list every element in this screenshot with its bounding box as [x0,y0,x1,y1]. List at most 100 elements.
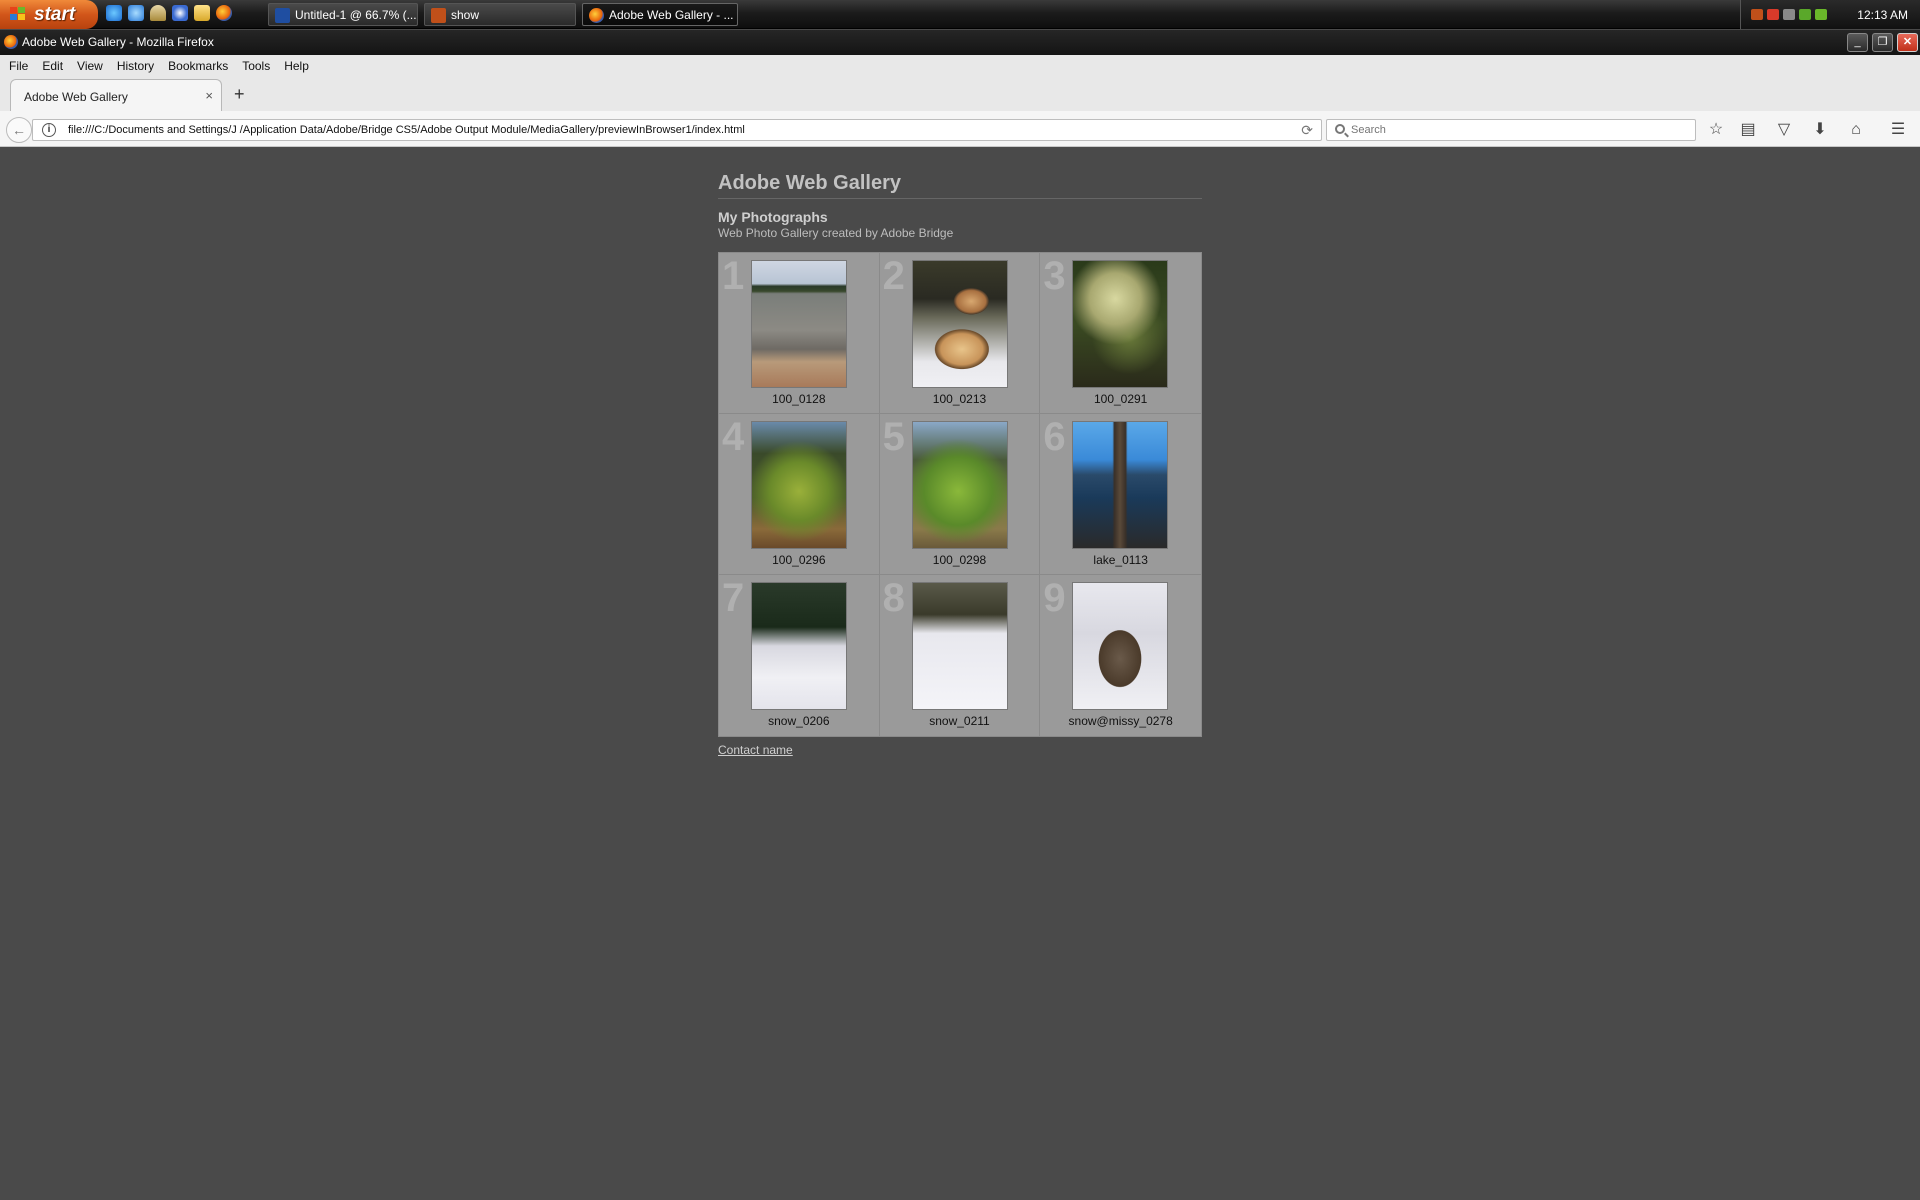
navigation-bar: ← i file:///C:/Documents and Settings/J … [0,111,1920,147]
thumbnail-cell[interactable]: 4 100_0296 [719,414,880,575]
thumbnail-number: 8 [882,576,905,620]
rhododendron-photo-thumbnail[interactable] [751,421,847,549]
thumbnail-cell[interactable]: 2 100_0213 [879,253,1041,414]
quick-launch [106,5,232,25]
restore-button[interactable]: ❐ [1872,33,1893,52]
dock-photo-thumbnail[interactable] [1072,421,1169,549]
reload-icon[interactable]: ⟳ [1301,122,1313,139]
menu-help[interactable]: Help [277,55,316,77]
thumbnail-caption: lake_0113 [1093,553,1148,567]
start-label: start [34,4,76,25]
site-info-icon[interactable]: i [42,123,56,137]
gallery-description: Web Photo Gallery created by Adobe Bridg… [718,226,954,240]
firefox-icon [589,8,604,23]
url-text: file:///C:/Documents and Settings/J /App… [68,124,745,136]
task-photoshop[interactable]: Untitled-1 @ 66.7% (... [268,3,418,26]
menu-tools[interactable]: Tools [235,55,277,77]
gallery-name: My Photographs [718,209,828,225]
thumbnail-caption: 100_0128 [772,392,826,406]
thumbnail-cell[interactable]: 5 100_0298 [879,414,1041,575]
minimize-button[interactable]: _ [1847,33,1868,52]
page-content: Adobe Web Gallery My Photographs Web Pho… [0,148,1920,1200]
internet-explorer-icon[interactable] [106,5,122,21]
thumbnail-caption: 100_0296 [772,553,826,567]
windows-flag-icon [10,7,26,22]
firefox-app-icon [4,35,18,49]
search-input[interactable] [1351,122,1681,138]
thumbnail-cell[interactable]: 8 snow_0211 [879,575,1041,736]
menu-history[interactable]: History [110,55,161,77]
clock: 12:13 AM [1857,8,1908,22]
snowy-stump-photo-thumbnail[interactable] [1072,582,1169,710]
search-icon [1335,124,1345,134]
thumbnail-caption: 100_0213 [932,392,987,406]
media-player-icon[interactable] [172,5,188,21]
reading-list-icon[interactable]: ▤ [1738,120,1758,140]
task-firefox[interactable]: Adobe Web Gallery - ... [582,3,738,26]
thumbnail-number: 9 [1043,576,1066,620]
thumbnail-grid: 1 100_0128 2 100_0213 3 100_0291 4 100_0… [718,252,1202,737]
thumbnail-number: 7 [722,576,745,620]
thumbnail-cell[interactable]: 7 snow_0206 [719,575,880,736]
close-button[interactable]: ✕ [1897,33,1918,52]
start-button[interactable]: start [0,0,98,29]
home-icon[interactable]: ⌂ [1846,120,1866,140]
thumbnail-number: 5 [882,415,905,459]
menu-bar: File Edit View History Bookmarks Tools H… [0,55,1920,77]
contact-link[interactable]: Contact name [718,743,793,757]
thumbnail-caption: snow_0211 [929,714,990,728]
thumbnail-caption: 100_0291 [1093,392,1148,406]
menu-view[interactable]: View [70,55,110,77]
thumbnail-caption: snow_0206 [768,714,830,728]
snow-clearing-photo-thumbnail[interactable] [911,582,1008,710]
thumbnail-cell[interactable]: 6 lake_0113 [1040,414,1201,575]
task-bridge[interactable]: show [424,3,576,26]
thumbnail-cell[interactable]: 1 100_0128 [719,253,880,414]
shrub-photo-thumbnail[interactable] [911,421,1008,549]
menu-edit[interactable]: Edit [35,55,70,77]
url-bar[interactable]: i file:///C:/Documents and Settings/J /A… [32,119,1322,141]
system-tray: 12:13 AM [1740,0,1920,29]
airplane-icon[interactable] [150,5,166,21]
plant-photo-thumbnail[interactable] [1072,260,1169,388]
security-icon[interactable] [1799,9,1811,20]
photoshop-icon [275,8,290,23]
back-arrow-icon: ← [12,122,26,138]
tab-adobe-web-gallery[interactable]: Adobe Web Gallery × [10,79,222,111]
ie-alt-icon[interactable] [128,5,144,21]
back-button[interactable]: ← [6,117,32,143]
menu-bookmarks[interactable]: Bookmarks [161,55,235,77]
network-icon[interactable] [1783,9,1795,20]
task-label: show [451,8,480,22]
new-tab-button[interactable]: + [234,85,245,103]
log-photo-thumbnail[interactable] [911,260,1008,388]
window-title: Adobe Web Gallery - Mozilla Firefox [22,35,214,49]
thumbnail-number: 4 [722,415,745,459]
thumbnail-number: 6 [1043,415,1066,459]
hamburger-menu-icon[interactable]: ☰ [1888,120,1908,140]
download-icon[interactable]: ⬇ [1810,120,1830,140]
lake-photo-thumbnail[interactable] [751,260,847,388]
bridge-tray-icon[interactable] [1751,9,1763,20]
window-titlebar: Adobe Web Gallery - Mozilla Firefox _ ❐ … [0,30,1920,55]
taskbar: start Untitled-1 @ 66.7% (... show Adobe… [0,0,1920,29]
tab-strip: Adobe Web Gallery × + [0,77,1920,111]
bridge-icon [431,8,446,23]
pocket-icon[interactable]: ▽ [1774,120,1794,140]
thumbnail-cell[interactable]: 9 snow@missy_0278 [1040,575,1201,736]
thumbnail-caption: snow@missy_0278 [1068,714,1173,728]
bookmark-star-icon[interactable]: ☆ [1706,120,1726,140]
thumbnail-number: 2 [882,254,905,298]
menu-file[interactable]: File [2,55,35,77]
search-bar[interactable] [1326,119,1696,141]
nvidia-icon[interactable] [1815,9,1827,20]
tab-close-icon[interactable]: × [205,88,213,103]
thumbnail-cell[interactable]: 3 100_0291 [1040,253,1201,414]
firefox-quick-icon[interactable] [216,5,232,21]
snowy-road-photo-thumbnail[interactable] [751,582,847,710]
folder-icon[interactable] [194,5,210,21]
task-label: Adobe Web Gallery - ... [609,8,734,22]
tab-label: Adobe Web Gallery [24,90,128,104]
speaker-icon[interactable] [1767,9,1779,20]
thumbnail-number: 1 [722,254,745,298]
